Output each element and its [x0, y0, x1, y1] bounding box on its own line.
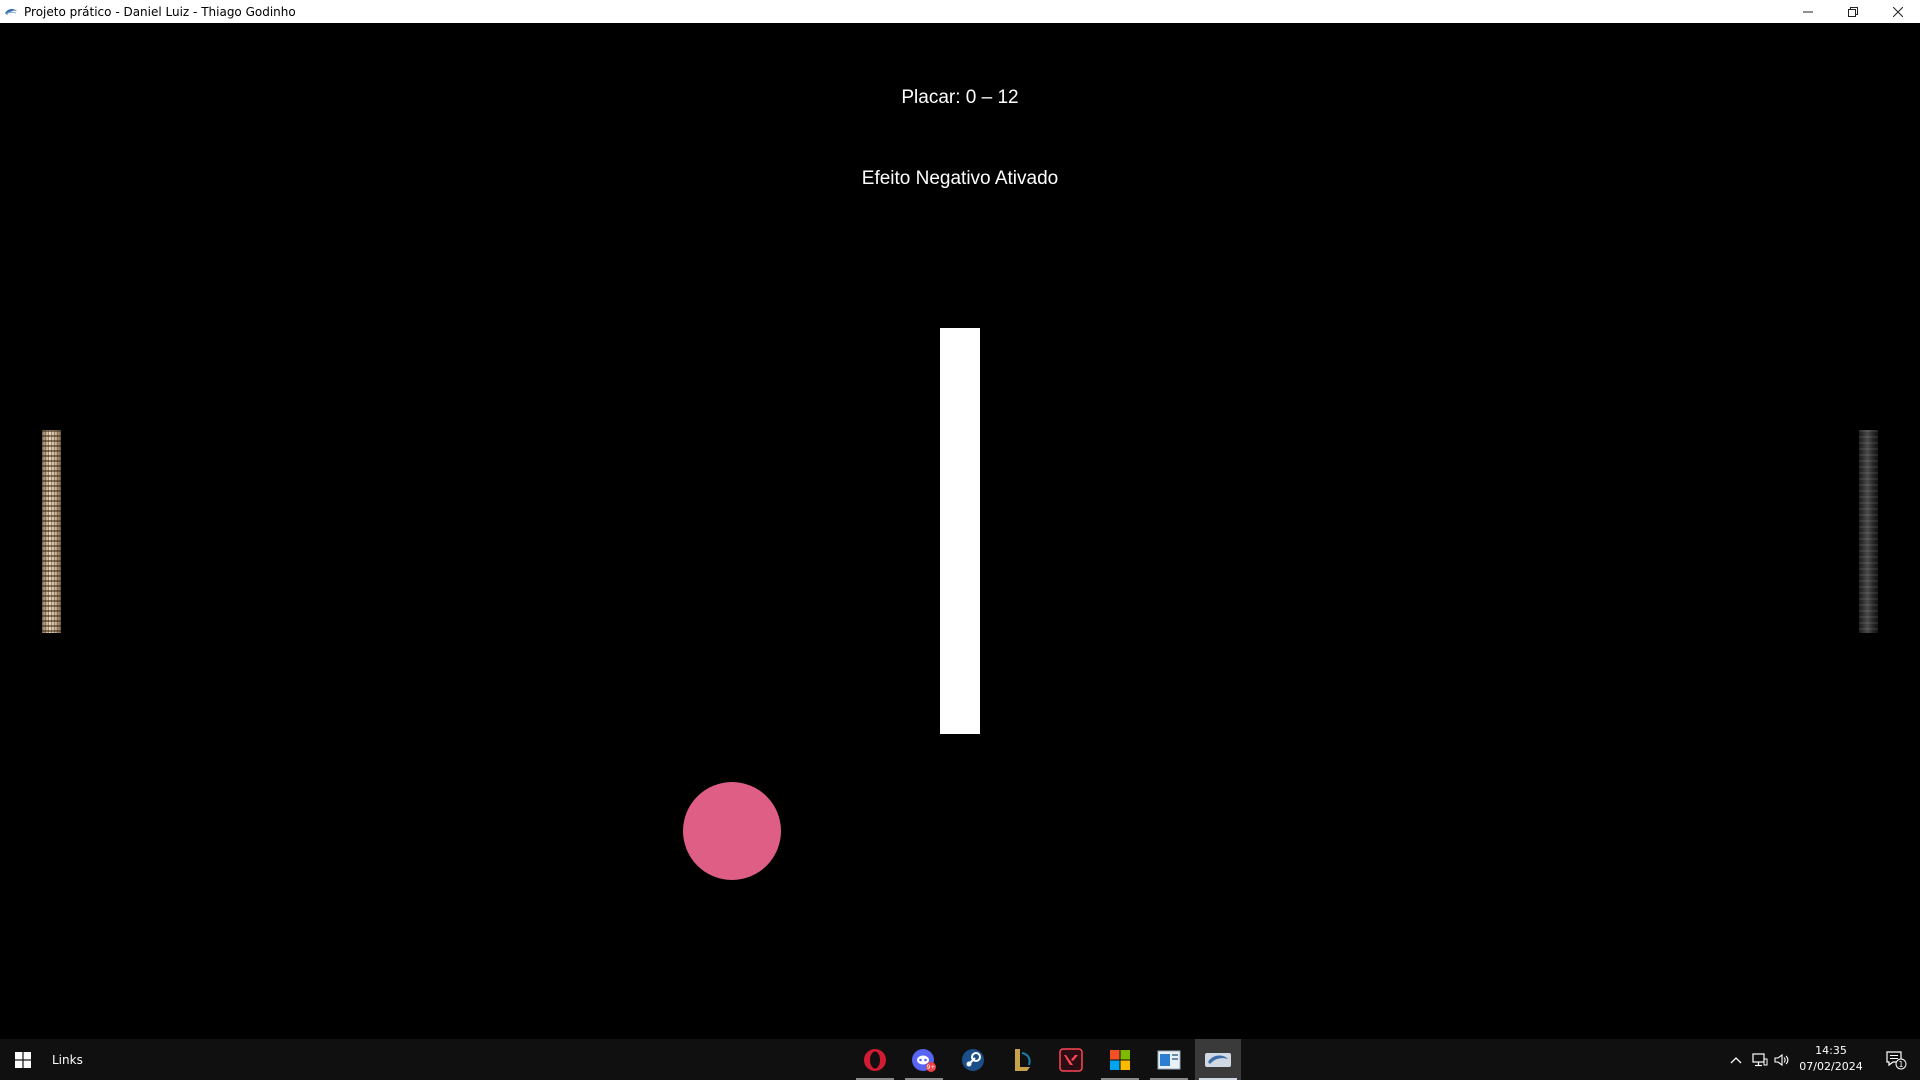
league-of-legends-icon — [1015, 1048, 1031, 1071]
clock-time: 14:35 — [1815, 1044, 1847, 1057]
game-window-icon — [1205, 1052, 1231, 1067]
file-explorer-icon — [1157, 1050, 1181, 1069]
clock-date: 07/02/2024 — [1799, 1060, 1863, 1073]
score-label: Placar: 0 – 12 — [901, 87, 1019, 108]
links-toolbar[interactable]: Links — [52, 1039, 83, 1080]
taskbar-app-game-window[interactable] — [1195, 1039, 1241, 1080]
discord-badge: 9+ — [927, 1064, 936, 1071]
chevron-up-icon — [1730, 1056, 1742, 1063]
microsoft-store-icon — [1110, 1049, 1130, 1070]
taskbar-app-steam[interactable] — [950, 1039, 996, 1080]
action-center-button[interactable]: 1 — [1876, 1039, 1916, 1080]
taskbar-app-discord[interactable]: 9+ — [901, 1039, 947, 1080]
notification-icon: 1 — [1886, 1050, 1907, 1069]
taskbar-app-valorant[interactable] — [1048, 1039, 1094, 1080]
restore-icon — [1847, 6, 1858, 17]
volume-button[interactable] — [1772, 1039, 1792, 1080]
speaker-icon — [1774, 1053, 1789, 1066]
valorant-icon — [1059, 1047, 1083, 1072]
taskbar-app-store[interactable] — [1097, 1039, 1143, 1080]
close-button[interactable] — [1875, 0, 1920, 23]
notification-count: 1 — [1899, 1059, 1904, 1068]
effect-status-label: Efeito Negativo Ativado — [861, 168, 1059, 189]
network-icon — [1752, 1052, 1768, 1066]
windows-icon — [15, 1051, 31, 1068]
window-titlebar[interactable]: Projeto prático - Daniel Luiz - Thiago G… — [0, 0, 1920, 24]
minimize-icon — [1802, 11, 1813, 12]
ball — [683, 782, 781, 880]
taskbar-app-league[interactable] — [999, 1039, 1045, 1080]
tray-overflow-button[interactable] — [1726, 1039, 1746, 1080]
discord-icon: 9+ — [912, 1048, 936, 1072]
restore-button[interactable] — [1830, 0, 1875, 23]
taskbar-app-explorer[interactable] — [1146, 1039, 1192, 1080]
window-title: Projeto prático - Daniel Luiz - Thiago G… — [24, 4, 296, 19]
steam-icon — [962, 1048, 984, 1071]
close-icon — [1892, 6, 1903, 17]
minimize-button[interactable] — [1785, 0, 1830, 23]
app-icon — [4, 7, 18, 17]
taskbar-app-opera[interactable] — [852, 1039, 898, 1080]
right-paddle — [1859, 430, 1878, 633]
left-paddle — [42, 430, 61, 633]
center-barrier — [940, 328, 980, 734]
taskbar: Links 9+ 14:35 07/02/2024 1 — [0, 1039, 1920, 1080]
start-button[interactable] — [0, 1039, 46, 1080]
taskbar-clock[interactable]: 14:35 07/02/2024 — [1794, 1043, 1868, 1075]
network-button[interactable] — [1750, 1039, 1770, 1080]
game-canvas[interactable]: Placar: 0 – 12 Efeito Negativo Ativado — [0, 23, 1920, 1039]
opera-icon — [864, 1048, 886, 1071]
